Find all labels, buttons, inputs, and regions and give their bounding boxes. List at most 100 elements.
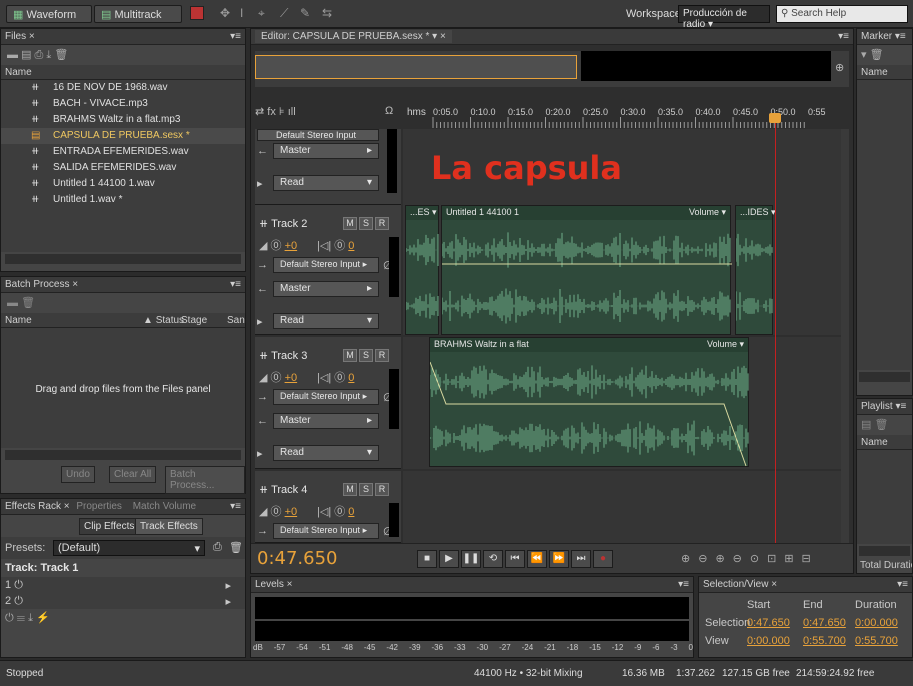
record-arm-button[interactable]: R xyxy=(375,217,389,230)
eq-icon[interactable]: ıll xyxy=(288,106,296,118)
power-icon[interactable]: ⏻ xyxy=(14,579,23,591)
tab-properties[interactable]: Properties xyxy=(76,501,122,512)
pause-button[interactable]: ❚❚ xyxy=(461,550,481,568)
zoom-in-amplitude-icon[interactable]: ⊕ xyxy=(681,553,698,565)
pan-knob[interactable]: |◁| ⓪ 0 xyxy=(317,237,354,253)
track-2-input-select[interactable]: Default Stereo Input ▸ xyxy=(273,257,379,273)
stop-button[interactable]: ■ xyxy=(417,550,437,568)
clip-entrada[interactable]: ...ES ▾ xyxy=(405,205,439,335)
view-duration-value[interactable]: 0:55.700 xyxy=(855,635,898,647)
slip-tool-icon[interactable]: ⇆ xyxy=(322,6,332,20)
batch-col-stage[interactable]: Stage xyxy=(181,315,207,326)
razor-tool-icon[interactable]: ⟋ xyxy=(280,6,288,21)
zoom-icon[interactable]: ⊕ xyxy=(835,61,844,74)
overview-visible-range[interactable] xyxy=(255,55,577,79)
zoom-out-full-icon[interactable]: ⊙ xyxy=(750,553,767,565)
batch-list[interactable]: Drag and drop files from the Files panel xyxy=(1,328,245,448)
waveform-view-button[interactable]: ▦ Waveform xyxy=(6,5,92,23)
track-4-input-select[interactable]: Default Stereo Input ▸ xyxy=(273,523,379,539)
volume-knob[interactable]: ◢ ⓪ +0 xyxy=(259,503,297,519)
track-1-input-select[interactable]: Default Stereo Input ▸ xyxy=(257,129,379,141)
volume-knob[interactable]: ◢ ⓪ +0 xyxy=(259,237,297,253)
markers-tab[interactable]: Marker ▾≡ xyxy=(857,29,912,45)
io-icon[interactable]: ⇄ xyxy=(255,106,264,118)
fx-icon[interactable]: fx xyxy=(267,106,276,118)
view-start-value[interactable]: 0:00.000 xyxy=(747,635,790,647)
track-3-name[interactable]: ⧺ Track 3 xyxy=(259,349,307,362)
file-item[interactable]: ⧺ Untitled 1 44100 1.wav xyxy=(1,176,245,192)
markers-hscrollbar[interactable] xyxy=(859,372,910,382)
batch-col-status[interactable]: ▲ Status xyxy=(143,315,184,326)
editor-tab[interactable]: Editor: CAPSULA DE PRUEBA.sesx * ▾ × xyxy=(255,30,452,43)
time-ruler[interactable]: hms 0:05.0 0:10.0 0:15.0 0:20.0 0:25.0 0:30.0… xyxy=(403,103,849,129)
go-to-start-button[interactable]: ⏮ xyxy=(505,550,525,568)
zoom-out-time-icon[interactable]: ⊖ xyxy=(733,553,750,565)
track-3-automation-select[interactable]: Read ▾ xyxy=(273,445,379,461)
track-1-output-select[interactable]: Master ▸ xyxy=(273,143,379,159)
apply-icon[interactable]: ⤓ xyxy=(28,612,33,624)
mute-button[interactable]: M xyxy=(343,217,357,230)
track-1-lane[interactable]: La capsula xyxy=(403,129,849,205)
file-item[interactable]: ⧺ Untitled 1.wav * xyxy=(1,192,245,208)
marquee-tool-icon[interactable]: ⌖ xyxy=(258,6,265,21)
effect-slot[interactable]: 2 ⏻ ▸ xyxy=(1,593,245,609)
mute-button[interactable]: M xyxy=(343,483,357,496)
batch-col-name[interactable]: Name xyxy=(5,315,32,326)
vertical-scrollbar[interactable] xyxy=(841,129,849,543)
effect-slot[interactable]: 1 ⏻ ▸ xyxy=(1,577,245,593)
pan-knob[interactable]: |◁| ⓪ 0 xyxy=(317,369,354,385)
levels-tab[interactable]: Levels × ▾≡ xyxy=(251,577,693,593)
panel-menu-icon[interactable]: ▾≡ xyxy=(230,279,241,290)
slot-arrow-icon[interactable]: ▸ xyxy=(225,595,231,608)
selection-end-value[interactable]: 0:47.650 xyxy=(803,617,846,629)
track-3-lane[interactable]: BRAHMS Waltz in a flat Volume ▾ xyxy=(403,337,849,469)
play-button[interactable]: ▶ xyxy=(439,550,459,568)
power-icon[interactable]: ⏻ xyxy=(14,595,23,607)
presets-select[interactable]: (Default) ▾ xyxy=(53,540,205,556)
track-2-lane[interactable]: ...ES ▾ Untitled 1 44100 1 Volume ▾ ...ID… xyxy=(403,205,849,335)
search-help-input[interactable]: ⚲ Search Help xyxy=(776,5,908,23)
track-effects-button[interactable]: Track Effects xyxy=(135,518,203,535)
rewind-button[interactable]: ⏪ xyxy=(527,550,547,568)
panel-menu-icon[interactable]: ▾≡ xyxy=(897,579,908,590)
track-2-automation-select[interactable]: Read ▾ xyxy=(273,313,379,329)
brush-tool-icon[interactable]: ✎ xyxy=(300,6,310,20)
files-name-header[interactable]: Name xyxy=(1,65,245,80)
record-arm-button[interactable]: R xyxy=(375,349,389,362)
view-end-value[interactable]: 0:55.700 xyxy=(803,635,846,647)
file-item[interactable]: ⧺ BACH - VIVACE.mp3 xyxy=(1,96,245,112)
favorite-icon[interactable]: ⚡ xyxy=(36,612,50,624)
go-to-end-button[interactable]: ⏭ xyxy=(571,550,591,568)
folder-icon[interactable]: ▬ xyxy=(7,297,18,309)
selection-duration-value[interactable]: 0:00.000 xyxy=(855,617,898,629)
headphones-icon[interactable]: Ω xyxy=(385,105,393,117)
selection-view-tab[interactable]: Selection/View × ▾≡ xyxy=(699,577,912,593)
record-button[interactable]: ● xyxy=(593,550,613,568)
zoom-in-time-icon[interactable]: ⊕ xyxy=(715,553,732,565)
tab-match-volume[interactable]: Match Volume xyxy=(133,501,196,512)
clip-salida[interactable]: ...IDES ▾ xyxy=(735,205,776,335)
playlist-tab[interactable]: Playlist ▾≡ xyxy=(857,399,912,415)
zoom-selection-icon[interactable]: ⊡ xyxy=(767,553,784,565)
slot-arrow-icon[interactable]: ▸ xyxy=(225,579,231,592)
fast-forward-button[interactable]: ⏩ xyxy=(549,550,569,568)
panel-menu-icon[interactable]: ▾≡ xyxy=(230,501,241,512)
zoom-in-point-icon[interactable]: ⊞ xyxy=(784,553,801,565)
file-item-selected[interactable]: ▤ CAPSULA DE PRUEBA.sesx * xyxy=(1,128,245,144)
current-time-display[interactable]: 0:47.650 xyxy=(257,548,338,569)
track-4-name[interactable]: ⧺ Track 4 xyxy=(259,483,307,496)
batch-process-button[interactable]: Batch Process... xyxy=(165,466,245,494)
volume-knob[interactable]: ◢ ⓪ +0 xyxy=(259,369,297,385)
insert-icon[interactable]: ⤓ xyxy=(46,49,51,61)
file-item[interactable]: ⧺ BRAHMS Waltz in a flat.mp3 xyxy=(1,112,245,128)
loop-button[interactable]: ⟲ xyxy=(483,550,503,568)
panel-menu-icon[interactable]: ▾≡ xyxy=(230,31,241,42)
delete-marker-icon[interactable]: 🗑︎ xyxy=(870,49,884,61)
record-arm-button[interactable]: R xyxy=(375,483,389,496)
playlist-add-icon[interactable]: ▤ xyxy=(861,419,871,431)
new-file-icon[interactable]: ▤ xyxy=(21,49,31,61)
files-tab[interactable]: Files × ▾≡ xyxy=(1,29,245,45)
solo-button[interactable]: S xyxy=(359,483,373,496)
zoom-out-amplitude-icon[interactable]: ⊖ xyxy=(698,553,715,565)
undo-button[interactable]: Undo xyxy=(61,466,95,483)
